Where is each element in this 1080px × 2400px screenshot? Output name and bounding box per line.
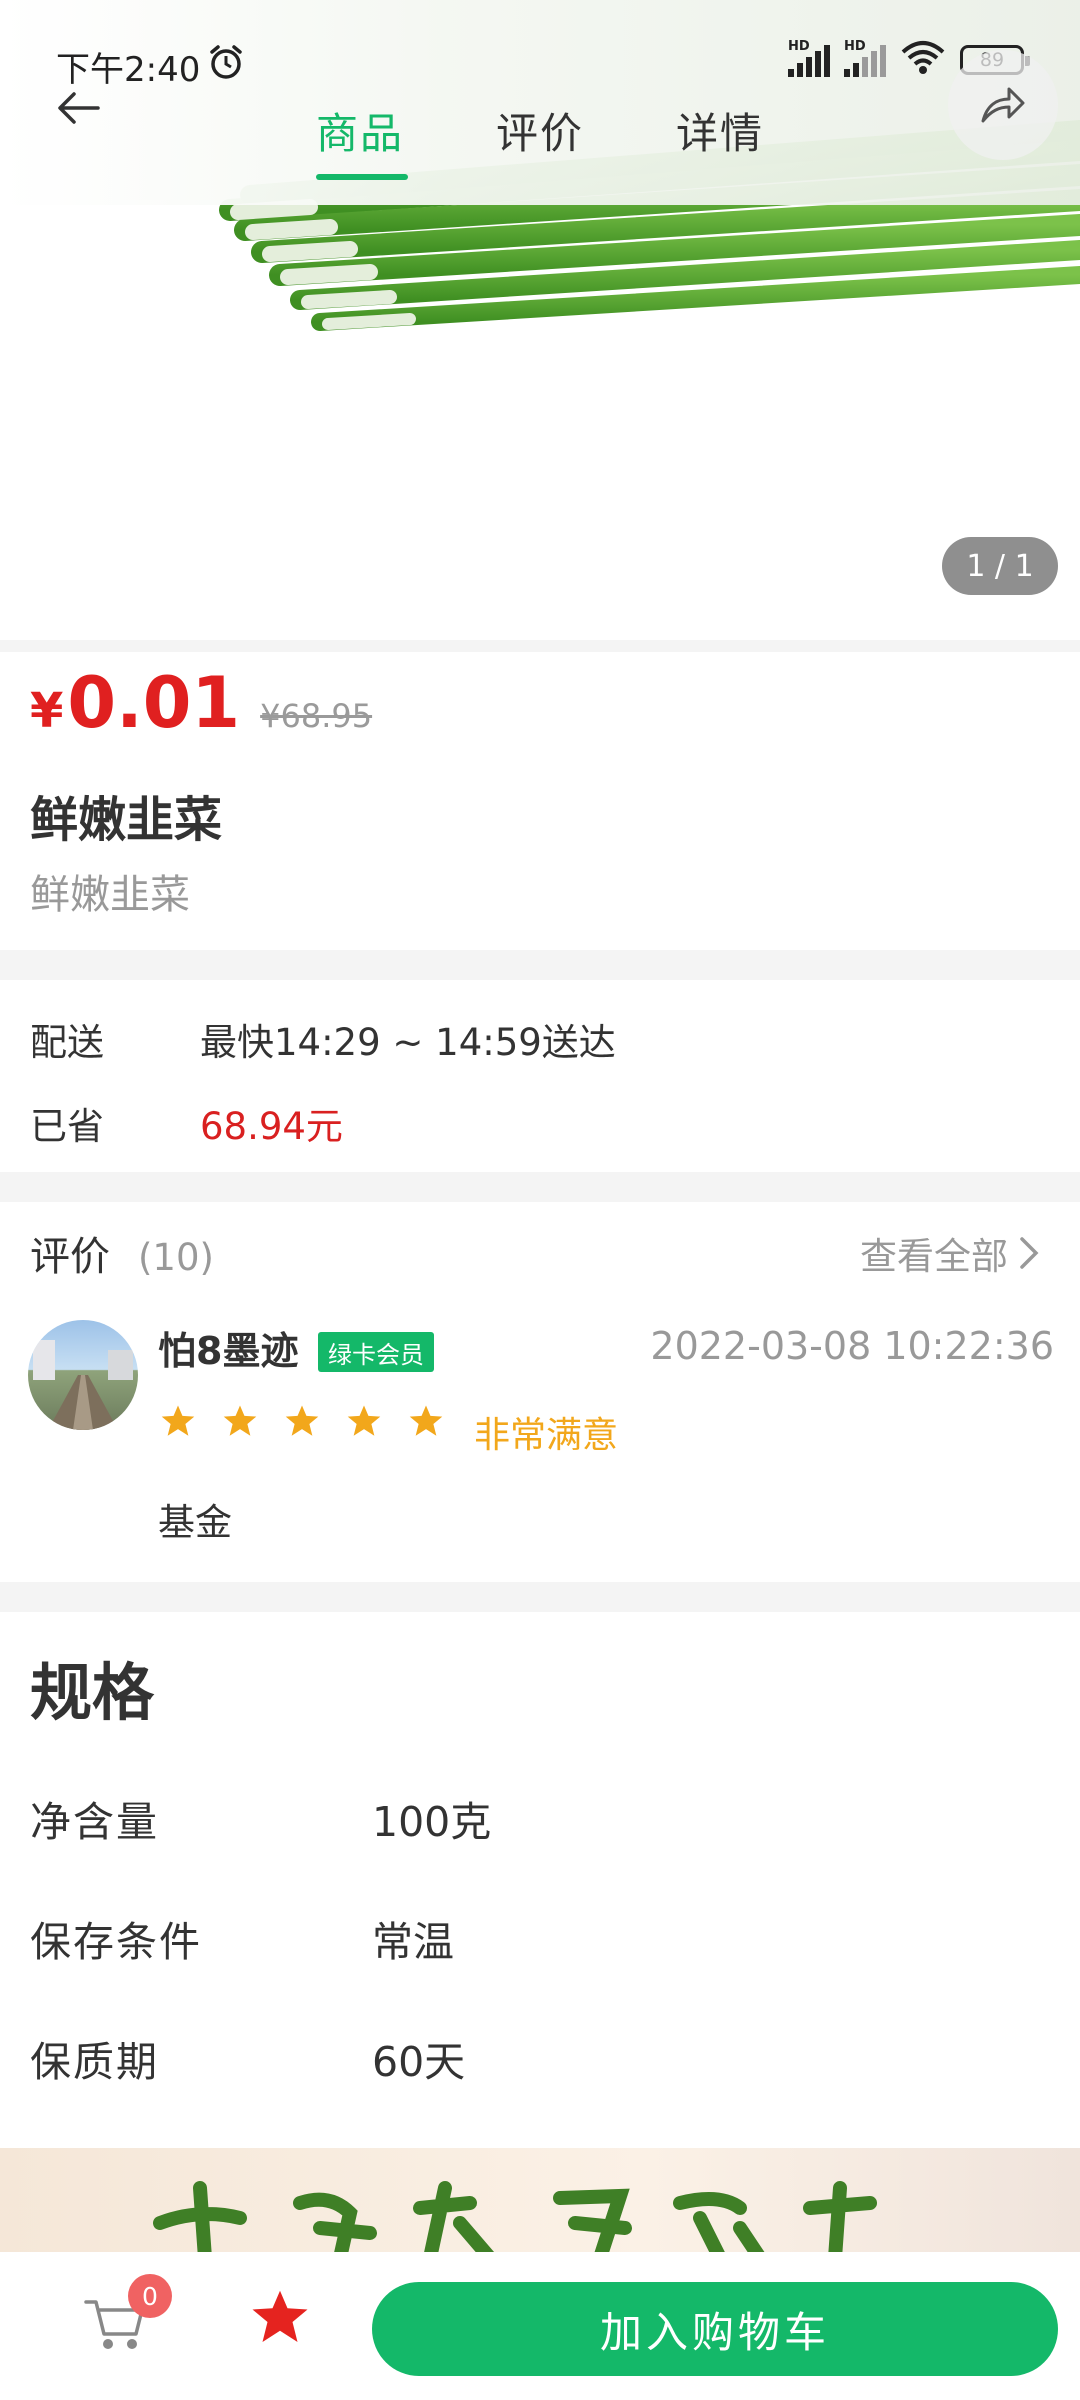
signal-weak-icon: HD: [844, 39, 886, 77]
delivery-section: 配送 最快14:29 ~ 14:59送达 已省 68.94元: [0, 980, 1080, 1172]
spec-value: 常温: [372, 1918, 454, 1966]
alarm-icon: [208, 44, 244, 84]
tab-details[interactable]: 详情: [676, 100, 764, 161]
product-title: 鲜嫩韭菜: [30, 792, 223, 848]
star-icon: [409, 1405, 443, 1436]
price: 0.01: [67, 662, 241, 744]
spec-row: 净含量 100克: [30, 1788, 491, 1848]
tab-product[interactable]: 商品: [316, 100, 404, 161]
product-subtitle: 鲜嫩韭菜: [30, 872, 190, 918]
divider: [0, 950, 1080, 980]
spec-value: 100克: [372, 1798, 492, 1846]
image-counter: 1 / 1: [942, 537, 1058, 595]
hd-label: HD: [844, 39, 866, 54]
detail-banner-image: [0, 2148, 1080, 2258]
review-username: 怕8墨迹: [158, 1329, 299, 1373]
review-date: 2022-03-08 10:22:36: [650, 1324, 1054, 1368]
member-badge: 绿卡会员: [318, 1332, 434, 1372]
price-currency: ¥: [30, 683, 64, 739]
star-icon: [161, 1405, 195, 1436]
share-icon: [981, 87, 1025, 123]
hd-label: HD: [788, 39, 810, 54]
saved-label: 已省: [30, 1105, 104, 1148]
spec-key: 保存条件: [30, 1918, 202, 1966]
saved-value: 68.94元: [200, 1105, 343, 1148]
view-all-label: 查看全部: [860, 1235, 1008, 1278]
view-all-reviews-link[interactable]: 查看全部: [860, 1226, 1040, 1280]
reviews-count: (10): [138, 1236, 214, 1279]
bottom-action-bar: 0 加入购物车: [0, 2252, 1080, 2400]
calligraphy-art: [153, 2181, 877, 2258]
spec-title: 规格: [30, 1656, 155, 1729]
star-filled-icon: [252, 2290, 308, 2342]
spec-value: 60天: [372, 2038, 466, 2086]
chevron-right-icon: [1020, 1237, 1039, 1269]
tab-bar: 商品 评价 详情: [0, 100, 1080, 180]
spec-key: 保质期: [30, 2038, 159, 2086]
spec-key: 净含量: [30, 1798, 159, 1846]
signal-icon: HD: [788, 39, 830, 77]
spec-row: 保质期 60天: [30, 2028, 465, 2088]
price-section: ¥ 0.01 ¥68.95 鲜嫩韭菜 鲜嫩韭菜: [0, 652, 1080, 950]
add-to-cart-button[interactable]: 加入购物车: [372, 2282, 1058, 2376]
divider: [0, 1172, 1080, 1202]
reviews-section: 评价 (10) 查看全部 怕8墨迹 绿卡会员 2022-03-08 10:22:…: [0, 1202, 1080, 1582]
rating-stars: [160, 1404, 444, 1438]
original-price: ¥68.95: [260, 697, 373, 735]
share-button[interactable]: [948, 50, 1058, 160]
spec-row: 保存条件 常温: [30, 1908, 454, 1968]
spec-section: 规格 净含量 100克 保存条件 常温 保质期 60天: [0, 1612, 1080, 2142]
tab-reviews[interactable]: 评价: [496, 100, 584, 161]
delivery-label: 配送: [30, 1021, 104, 1064]
divider: [0, 1582, 1080, 1612]
reviews-title: 评价: [30, 1234, 110, 1280]
cart-count-badge: 0: [128, 2274, 172, 2318]
review-content: 基金: [158, 1501, 232, 1544]
favorite-button[interactable]: [250, 2288, 320, 2358]
wifi-icon: [900, 40, 946, 80]
star-icon: [285, 1405, 319, 1436]
avatar: [28, 1320, 138, 1430]
divider: [0, 640, 1080, 652]
rating-text: 非常满意: [474, 1415, 619, 1456]
delivery-time: 最快14:29 ~ 14:59送达: [200, 1021, 616, 1064]
star-icon: [223, 1405, 257, 1436]
tab-underline: [316, 174, 408, 180]
star-icon: [347, 1405, 381, 1436]
